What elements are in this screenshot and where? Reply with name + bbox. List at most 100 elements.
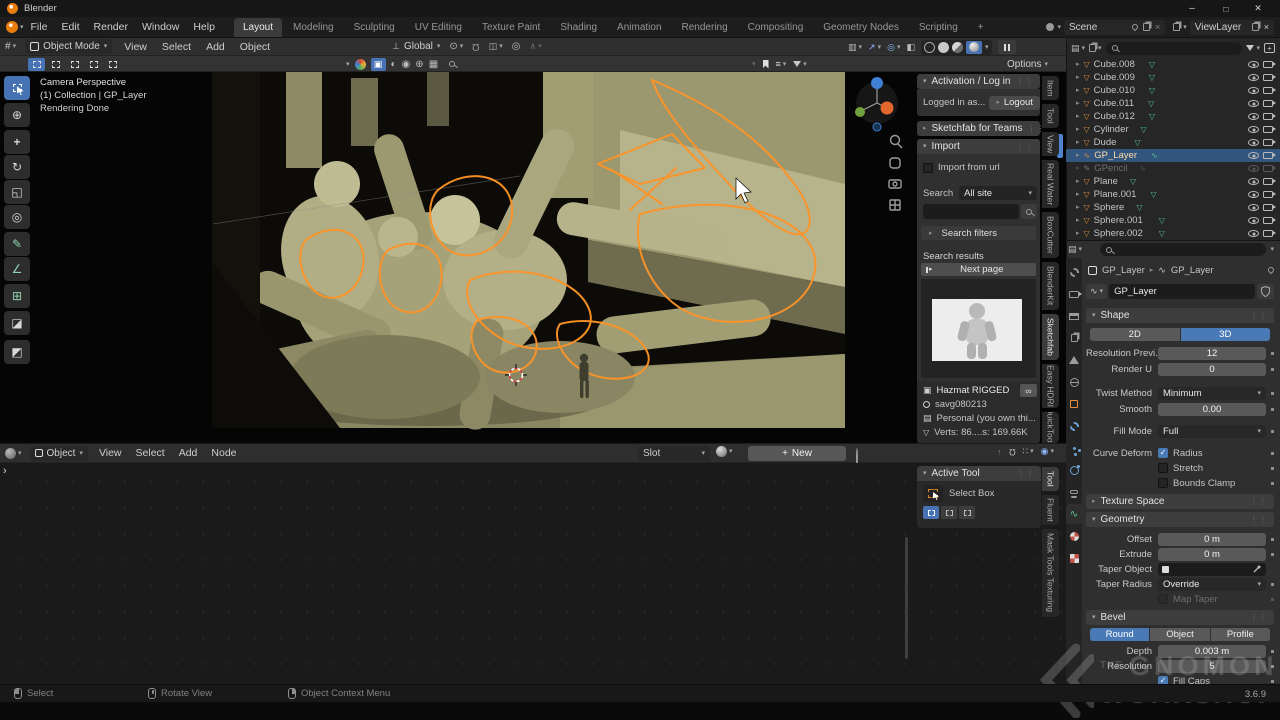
ptab-modifiers[interactable]	[1066, 416, 1082, 436]
drag-grip-icon[interactable]: ⋮⋮	[1016, 77, 1034, 86]
material-shading-icon[interactable]	[952, 42, 963, 53]
animate-dot[interactable]	[1271, 408, 1274, 411]
toggle-studio-icon[interactable]: ▦	[429, 59, 438, 70]
ptab-object-data[interactable]: ∿	[1066, 504, 1082, 524]
tool-cursor[interactable]: ⊕	[4, 103, 30, 127]
outliner-row[interactable]: ▸▽Sphere▽	[1066, 201, 1280, 214]
tab-scripting[interactable]: Scripting	[910, 18, 967, 37]
tab-animation[interactable]: Animation	[608, 18, 670, 37]
datablock-browse-button[interactable]: ∿▾	[1086, 284, 1107, 299]
tool-scale[interactable]: ◱	[4, 180, 30, 204]
pause-button[interactable]	[998, 40, 1016, 54]
outliner-row[interactable]: ▸▽Dude▽	[1066, 136, 1280, 149]
select-mode-subtract[interactable]	[66, 58, 83, 71]
hide-render-icon[interactable]	[1263, 191, 1273, 198]
sidebar-tab-tool[interactable]: Tool	[1042, 104, 1059, 128]
snap-toggle[interactable]: Ω	[472, 41, 479, 52]
open-link-button[interactable]: ∞	[1020, 384, 1037, 397]
site-dropdown[interactable]: All site ▾	[959, 186, 1037, 200]
pin-icon[interactable]	[1131, 23, 1139, 31]
scene-name[interactable]: Scene	[1069, 22, 1127, 33]
depth-field[interactable]: 0.003 m	[1158, 645, 1266, 658]
ptab-texture[interactable]	[1066, 548, 1082, 568]
hide-viewport-icon[interactable]	[1248, 152, 1259, 159]
pin-icon[interactable]	[1267, 266, 1275, 274]
render-u-field[interactable]: 0	[1158, 363, 1266, 376]
outliner-row[interactable]: ▸▽Cube.008▽	[1066, 58, 1280, 71]
taper-object-field[interactable]	[1158, 563, 1266, 576]
sidebar-toggle-arrow[interactable]: ›	[3, 466, 7, 477]
node-tab-mask-tools[interactable]: Mask Tools Texturing	[1042, 529, 1059, 617]
select-mode-extend[interactable]	[47, 58, 64, 71]
hide-viewport-icon[interactable]	[1248, 178, 1259, 185]
search-input[interactable]	[923, 204, 1019, 219]
toggle-solid-icon[interactable]: ▣	[371, 58, 386, 71]
sidebar-tab-item[interactable]: Item	[1042, 76, 1059, 100]
outliner-row-active[interactable]: ▸∿GP_Layer∿	[1066, 149, 1280, 162]
breadcrumb-data[interactable]: GP_Layer	[1171, 265, 1214, 276]
sidebar-tab-real-water[interactable]: Real Water	[1042, 160, 1059, 208]
eyedropper-icon[interactable]	[1253, 560, 1262, 578]
search-filters-header[interactable]: ▸ Search filters	[921, 226, 1036, 240]
pivot-dropdown[interactable]: ⊙ ▾	[449, 41, 463, 52]
geometry-panel-header[interactable]: ▾Geometry⋮⋮	[1086, 512, 1274, 527]
hide-render-icon[interactable]	[1263, 217, 1273, 224]
tab-layout[interactable]: Layout	[234, 18, 282, 37]
drag-grip-icon[interactable]: ⋮⋮	[1016, 142, 1034, 151]
close-button[interactable]: ✕	[1243, 0, 1273, 17]
hide-render-icon[interactable]	[1263, 87, 1273, 94]
remove-viewlayer-icon[interactable]: ×	[1264, 22, 1269, 32]
extrude-field[interactable]: 0 m	[1158, 548, 1266, 561]
sidebar-tab-easy-hdri[interactable]: Easy HDRI	[1042, 364, 1059, 408]
animate-dot[interactable]	[1271, 482, 1274, 485]
outliner-row[interactable]: ▸▽Cube.009▽	[1066, 71, 1280, 84]
resolution-preview-field[interactable]: 12	[1158, 347, 1266, 360]
toggle-3d[interactable]: 3D	[1181, 328, 1271, 341]
menu-add[interactable]: Add	[176, 447, 201, 459]
menu-edit[interactable]: Edit	[54, 21, 86, 33]
mode-extend-icon[interactable]	[941, 506, 957, 519]
animate-dot[interactable]	[1271, 650, 1274, 653]
viewport-options-button[interactable]: Options▾	[1007, 57, 1048, 71]
slot-dropdown[interactable]: Slot▾	[638, 446, 710, 461]
fake-user-shield-button[interactable]	[1257, 284, 1274, 299]
add-workspace-button[interactable]: +	[969, 18, 993, 37]
stretch-checkbox[interactable]	[1158, 463, 1168, 473]
tab-uv-editing[interactable]: UV Editing	[406, 18, 471, 37]
animate-dot[interactable]	[1271, 430, 1274, 433]
properties-search[interactable]	[1100, 243, 1266, 256]
animate-dot[interactable]	[1271, 553, 1274, 556]
ptab-material[interactable]	[1066, 526, 1082, 546]
chevron-down-icon[interactable]: ▾	[1270, 246, 1274, 253]
logout-button[interactable]: ▸ Logout	[989, 96, 1040, 110]
outliner-row[interactable]: ▸▽Sphere.002▽	[1066, 227, 1280, 240]
select-mode-intersect[interactable]	[104, 58, 121, 71]
next-page-button[interactable]: ▸ Next page	[921, 263, 1036, 276]
outliner-search[interactable]	[1106, 42, 1243, 55]
offset-field[interactable]: 0 m	[1158, 533, 1266, 546]
mode-dropdown[interactable]: Object Mode ▾	[25, 39, 112, 54]
active-tool-header[interactable]: ▾Active Tool⋮⋮	[917, 466, 1041, 481]
hide-render-icon[interactable]	[1263, 100, 1273, 107]
unlink-scene-icon[interactable]: ×	[1155, 22, 1160, 32]
hide-render-icon[interactable]	[1263, 113, 1273, 120]
bevel-profile[interactable]: Profile	[1211, 628, 1270, 641]
new-collection-button[interactable]: +	[1264, 43, 1275, 53]
outliner-display-dropdown[interactable]: ▤▾	[1071, 43, 1085, 54]
sidebar-tab-view[interactable]: View	[1042, 132, 1059, 156]
editor-type-button[interactable]: ▾	[5, 448, 22, 459]
sidebar-tab-blenderkit[interactable]: BlenderKit	[1042, 262, 1059, 310]
overlay-dropdown[interactable]: ◉▾	[1041, 446, 1054, 457]
chevron-down-icon[interactable]: ▾	[346, 61, 350, 68]
falloff-dropdown[interactable]: ∧ ▾	[530, 41, 542, 52]
tool-move[interactable]: +	[4, 130, 30, 154]
menu-view[interactable]: View	[121, 41, 150, 53]
ptab-physics[interactable]	[1066, 460, 1082, 480]
toggle-2d[interactable]: 2D	[1090, 328, 1180, 341]
datablock-name-field[interactable]: GP_Layer	[1109, 284, 1255, 299]
chevron-down-icon[interactable]: ▾	[1057, 24, 1061, 31]
menu-window[interactable]: Window	[135, 21, 186, 33]
tool-measure[interactable]: ∠	[4, 257, 30, 281]
outliner-collection-dropdown[interactable]: ▾	[1089, 44, 1102, 52]
editor-type-button[interactable]: # ▾	[5, 41, 16, 52]
